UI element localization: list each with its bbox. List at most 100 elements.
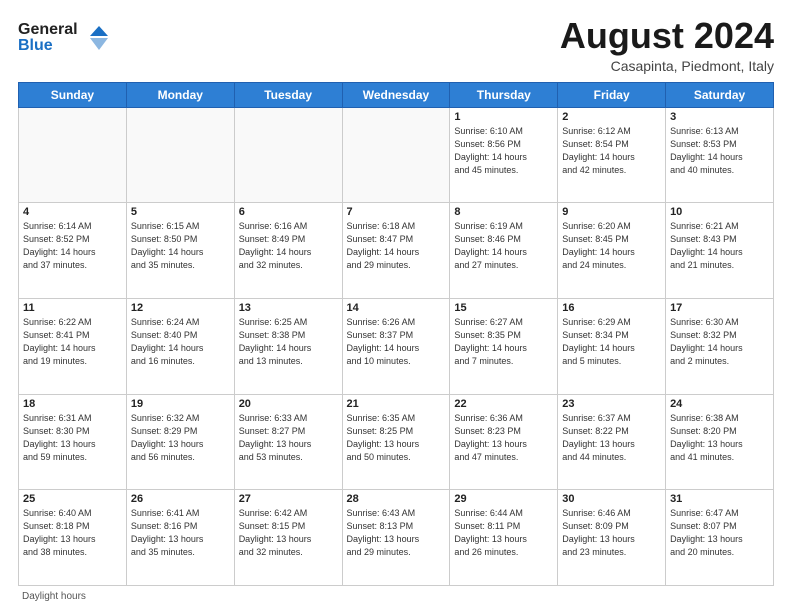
calendar-cell: 30 Sunrise: 6:46 AMSunset: 8:09 PMDayligh…: [558, 490, 666, 586]
calendar-cell: 9 Sunrise: 6:20 AMSunset: 8:45 PMDaylight…: [558, 203, 666, 299]
calendar-week-1: 1Sunrise: 6:10 AMSunset: 8:56 PMDaylight…: [19, 107, 774, 203]
day-info: Sunrise: 6:37 AMSunset: 8:22 PMDaylight:…: [562, 412, 661, 464]
day-number: 8: [454, 206, 553, 218]
calendar-cell: 8Sunrise: 6:19 AMSunset: 8:46 PMDaylight…: [450, 203, 558, 299]
header: General Blue August 2024 Casapinta, Pied…: [18, 16, 774, 74]
calendar-cell: 17Sunrise: 6:30 AMSunset: 8:32 PMDayligh…: [666, 298, 774, 394]
calendar-header-monday: Monday: [126, 82, 234, 107]
calendar-cell: 15 Sunrise: 6:27 AMSunset: 8:35 PMDayligh…: [450, 298, 558, 394]
day-number: 28: [347, 493, 446, 505]
calendar-cell: 11 Sunrise: 6:22 AMSunset: 8:41 PMDayligh…: [19, 298, 127, 394]
day-number: 31: [670, 493, 769, 505]
day-info: Sunrise: 6:30 AMSunset: 8:32 PMDaylight:…: [670, 316, 769, 368]
day-number: 30: [562, 493, 661, 505]
day-number: 27: [239, 493, 338, 505]
day-info: Sunrise: 6:18 AMSunset: 8:47 PMDaylight:…: [347, 220, 446, 272]
calendar-cell: 10Sunrise: 6:21 AMSunset: 8:43 PMDayligh…: [666, 203, 774, 299]
day-number: 22: [454, 398, 553, 410]
day-number: 25: [23, 493, 122, 505]
calendar-cell: 13Sunrise: 6:25 AMSunset: 8:38 PMDayligh…: [234, 298, 342, 394]
day-number: 11: [23, 302, 122, 314]
calendar-week-5: 25 Sunrise: 6:40 AMSunset: 8:18 PMDayligh…: [19, 490, 774, 586]
day-number: 12: [131, 302, 230, 314]
day-info: Sunrise: 6:31 AMSunset: 8:30 PMDaylight:…: [23, 412, 122, 464]
day-number: 16: [562, 302, 661, 314]
day-info: Sunrise: 6:13 AMSunset: 8:53 PMDaylight:…: [670, 125, 769, 177]
calendar-cell: 27 Sunrise: 6:42 AMSunset: 8:15 PMDayligh…: [234, 490, 342, 586]
day-info: Sunrise: 6:33 AMSunset: 8:27 PMDaylight:…: [239, 412, 338, 464]
month-year-title: August 2024: [560, 16, 774, 56]
day-info: Sunrise: 6:27 AMSunset: 8:35 PMDaylight:…: [454, 316, 553, 368]
calendar-header-saturday: Saturday: [666, 82, 774, 107]
logo-text: General Blue: [18, 16, 108, 59]
calendar-header-sunday: Sunday: [19, 82, 127, 107]
calendar-cell: 6Sunrise: 6:16 AMSunset: 8:49 PMDaylight…: [234, 203, 342, 299]
day-info: Sunrise: 6:42 AMSunset: 8:15 PMDaylight:…: [239, 507, 338, 559]
calendar-cell: 2 Sunrise: 6:12 AMSunset: 8:54 PMDaylight…: [558, 107, 666, 203]
day-info: Sunrise: 6:46 AMSunset: 8:09 PMDaylight:…: [562, 507, 661, 559]
calendar-cell: 7 Sunrise: 6:18 AMSunset: 8:47 PMDaylight…: [342, 203, 450, 299]
calendar-cell: 31Sunrise: 6:47 AMSunset: 8:07 PMDayligh…: [666, 490, 774, 586]
day-number: 19: [131, 398, 230, 410]
calendar-cell: [126, 107, 234, 203]
calendar-cell: 29 Sunrise: 6:44 AMSunset: 8:11 PMDayligh…: [450, 490, 558, 586]
day-info: Sunrise: 6:32 AMSunset: 8:29 PMDaylight:…: [131, 412, 230, 464]
calendar-week-3: 11 Sunrise: 6:22 AMSunset: 8:41 PMDayligh…: [19, 298, 774, 394]
calendar-header-thursday: Thursday: [450, 82, 558, 107]
day-info: Sunrise: 6:43 AMSunset: 8:13 PMDaylight:…: [347, 507, 446, 559]
calendar-cell: 4 Sunrise: 6:14 AMSunset: 8:52 PMDaylight…: [19, 203, 127, 299]
day-info: Sunrise: 6:12 AMSunset: 8:54 PMDaylight:…: [562, 125, 661, 177]
day-info: Sunrise: 6:25 AMSunset: 8:38 PMDaylight:…: [239, 316, 338, 368]
day-number: 26: [131, 493, 230, 505]
day-number: 3: [670, 111, 769, 123]
calendar-cell: 25 Sunrise: 6:40 AMSunset: 8:18 PMDayligh…: [19, 490, 127, 586]
calendar-cell: 5Sunrise: 6:15 AMSunset: 8:50 PMDaylight…: [126, 203, 234, 299]
calendar-cell: 28 Sunrise: 6:43 AMSunset: 8:13 PMDayligh…: [342, 490, 450, 586]
calendar-cell: 21Sunrise: 6:35 AMSunset: 8:25 PMDayligh…: [342, 394, 450, 490]
location-subtitle: Casapinta, Piedmont, Italy: [560, 58, 774, 74]
calendar-header-row: SundayMondayTuesdayWednesdayThursdayFrid…: [19, 82, 774, 107]
day-info: Sunrise: 6:22 AMSunset: 8:41 PMDaylight:…: [23, 316, 122, 368]
day-info: Sunrise: 6:40 AMSunset: 8:18 PMDaylight:…: [23, 507, 122, 559]
day-number: 4: [23, 206, 122, 218]
day-info: Sunrise: 6:38 AMSunset: 8:20 PMDaylight:…: [670, 412, 769, 464]
day-info: Sunrise: 6:29 AMSunset: 8:34 PMDaylight:…: [562, 316, 661, 368]
calendar-cell: 23 Sunrise: 6:37 AMSunset: 8:22 PMDayligh…: [558, 394, 666, 490]
calendar-cell: [342, 107, 450, 203]
day-number: 2: [562, 111, 661, 123]
day-number: 23: [562, 398, 661, 410]
calendar-cell: 1Sunrise: 6:10 AMSunset: 8:56 PMDaylight…: [450, 107, 558, 203]
day-number: 21: [347, 398, 446, 410]
calendar-cell: 12Sunrise: 6:24 AMSunset: 8:40 PMDayligh…: [126, 298, 234, 394]
day-info: Sunrise: 6:26 AMSunset: 8:37 PMDaylight:…: [347, 316, 446, 368]
day-info: Sunrise: 6:10 AMSunset: 8:56 PMDaylight:…: [454, 125, 553, 177]
calendar-header-tuesday: Tuesday: [234, 82, 342, 107]
day-number: 24: [670, 398, 769, 410]
day-number: 7: [347, 206, 446, 218]
footer: Daylight hours: [18, 591, 774, 602]
day-info: Sunrise: 6:44 AMSunset: 8:11 PMDaylight:…: [454, 507, 553, 559]
day-number: 6: [239, 206, 338, 218]
page: General Blue August 2024 Casapinta, Pied…: [0, 0, 792, 612]
day-number: 5: [131, 206, 230, 218]
day-info: Sunrise: 6:14 AMSunset: 8:52 PMDaylight:…: [23, 220, 122, 272]
svg-text:General: General: [18, 21, 78, 38]
calendar-cell: 24 Sunrise: 6:38 AMSunset: 8:20 PMDayligh…: [666, 394, 774, 490]
calendar-header-wednesday: Wednesday: [342, 82, 450, 107]
calendar-cell: [234, 107, 342, 203]
calendar-table: SundayMondayTuesdayWednesdayThursdayFrid…: [18, 82, 774, 586]
daylight-label: Daylight hours: [22, 591, 86, 602]
day-number: 29: [454, 493, 553, 505]
day-number: 15: [454, 302, 553, 314]
day-number: 18: [23, 398, 122, 410]
day-info: Sunrise: 6:36 AMSunset: 8:23 PMDaylight:…: [454, 412, 553, 464]
calendar-week-2: 4 Sunrise: 6:14 AMSunset: 8:52 PMDaylight…: [19, 203, 774, 299]
day-number: 9: [562, 206, 661, 218]
calendar-header-friday: Friday: [558, 82, 666, 107]
calendar-cell: 20Sunrise: 6:33 AMSunset: 8:27 PMDayligh…: [234, 394, 342, 490]
day-info: Sunrise: 6:20 AMSunset: 8:45 PMDaylight:…: [562, 220, 661, 272]
calendar-cell: 14 Sunrise: 6:26 AMSunset: 8:37 PMDayligh…: [342, 298, 450, 394]
day-info: Sunrise: 6:41 AMSunset: 8:16 PMDaylight:…: [131, 507, 230, 559]
logo: General Blue: [18, 16, 108, 59]
day-number: 14: [347, 302, 446, 314]
